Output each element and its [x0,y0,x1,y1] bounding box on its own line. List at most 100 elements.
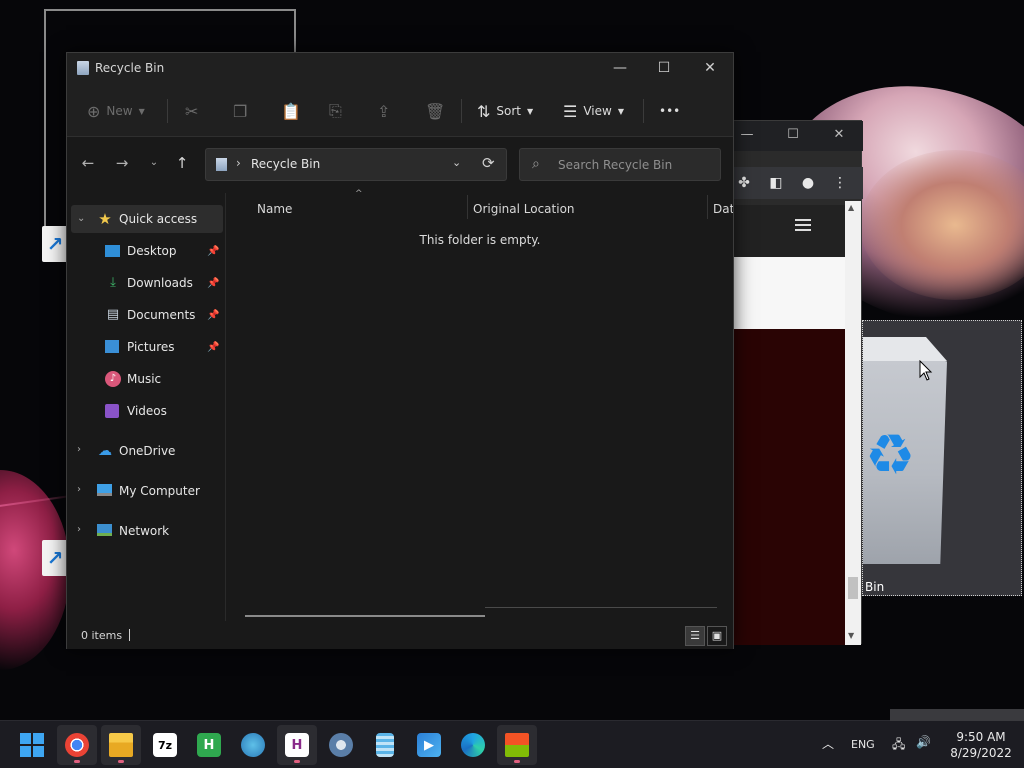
taskbar-store[interactable] [497,725,537,765]
desktop-recycle-bin[interactable]: ♻ Bin [862,320,1022,596]
view-button[interactable]: ☰ View ▼ [563,97,624,125]
maximize-icon[interactable]: ☐ [783,127,803,142]
browser-window[interactable]: — ☐ ✕ ✤ ◧ ● ⋮ ▲ ▼ [732,120,863,645]
windows-start-icon [20,733,44,757]
large-icons-view-icon[interactable]: ▣ [707,626,727,646]
desktop-shortcut-icon[interactable]: ↗ [42,226,68,262]
chevron-right-icon[interactable]: › [77,444,87,455]
sort-button[interactable]: ⇅ Sort ▼ [477,97,533,125]
nav-item-desktop[interactable]: Desktop 📌 [71,237,223,265]
nav-item-downloads[interactable]: ⤓ Downloads 📌 [71,269,223,297]
copy-button[interactable]: ❐ [233,97,253,125]
language-indicator[interactable]: ENG [851,738,875,751]
taskbar-media[interactable]: ▶ [409,725,449,765]
taskbar-settings[interactable] [321,725,361,765]
nav-item-pictures[interactable]: Pictures 📌 [71,333,223,361]
side-panel-icon[interactable]: ◧ [767,175,785,191]
taskbar-notepad[interactable] [365,725,405,765]
nav-item-music[interactable]: ♪ Music [71,365,223,393]
nav-item-network[interactable]: › Network [71,517,223,545]
share-button[interactable]: ⇪ [377,97,396,125]
pin-icon[interactable]: 📌 [207,246,219,257]
extensions-icon[interactable]: ✤ [735,175,753,191]
volume-icon[interactable]: 🔊 [916,735,931,749]
file-explorer-window[interactable]: Recycle Bin — ☐ ✕ ⊕ New ▼ ✂ ❐ 📋 ⎘ ⇪ 🗑 ⇅ … [66,52,734,649]
address-bar[interactable]: › Recycle Bin ⌄ ⟳ [205,148,507,181]
rename-button[interactable]: ⎘ [329,97,348,125]
scrollbar-thumb[interactable] [848,577,858,599]
chevron-down-icon: ▼ [138,106,145,116]
profile-icon[interactable]: ● [799,175,817,191]
taskbar-h-app-2[interactable]: H [277,725,317,765]
close-icon[interactable]: ✕ [829,127,849,142]
hamburger-menu-icon[interactable] [795,219,811,234]
show-hidden-icons-chevron-icon[interactable]: ︿ [822,735,834,752]
paste-button[interactable]: 📋 [281,97,307,125]
nav-item-videos[interactable]: Videos [71,397,223,425]
system-clock[interactable]: 9:50 AM 8/29/2022 [944,729,1018,761]
column-header-date[interactable]: Date [713,197,733,221]
horizontal-scrollbar-thumb[interactable] [245,615,485,617]
scroll-down-icon[interactable]: ▼ [848,631,854,640]
refresh-icon[interactable]: ⟳ [482,154,495,172]
minimize-icon[interactable]: — [737,127,757,142]
scroll-up-icon[interactable]: ▲ [848,203,854,212]
new-button[interactable]: ⊕ New ▼ [87,97,145,125]
browser-scrollbar[interactable]: ▲ ▼ [845,201,861,645]
search-box[interactable]: ⌕ [519,148,721,181]
back-arrow-icon[interactable]: ← [77,154,99,172]
nav-label: Videos [127,404,167,418]
nav-label-network: Network [119,524,170,538]
cut-button[interactable]: ✂ [185,97,204,125]
title-bar[interactable]: Recycle Bin — ☐ ✕ [67,53,733,85]
pane-divider[interactable] [225,193,226,621]
chevron-down-icon[interactable]: ⌄ [77,213,87,224]
nav-item-onedrive[interactable]: › ☁ OneDrive [71,437,223,465]
taskbar-globe-app[interactable] [233,725,273,765]
kebab-menu-icon[interactable]: ⋮ [831,175,849,191]
file-list[interactable]: Name ^ Original Location Date This folde… [227,189,733,621]
desktop-shortcut-icon[interactable]: ↗ [42,540,68,576]
column-header-name[interactable]: Name [257,197,292,221]
breadcrumb[interactable]: Recycle Bin [251,157,320,171]
taskbar-h-app[interactable]: H [189,725,229,765]
nav-item-documents[interactable]: ▤ Documents 📌 [71,301,223,329]
column-header-original-location[interactable]: Original Location [473,197,575,221]
pin-icon[interactable]: 📌 [207,342,219,353]
nav-item-my-computer[interactable]: › My Computer [71,477,223,505]
cloud-icon: ☁ [98,443,112,459]
maximize-button[interactable]: ☐ [641,53,687,85]
chevron-right-icon[interactable]: › [77,484,87,495]
notepad-icon [376,733,394,757]
taskbar-7zip[interactable]: 7z [145,725,185,765]
pin-icon[interactable]: 📌 [207,310,219,321]
details-view-icon[interactable]: ☰ [685,626,705,646]
forward-arrow-icon[interactable]: → [111,154,133,172]
taskbar-chrome[interactable] [57,725,97,765]
star-icon: ★ [98,210,112,228]
horizontal-scrollbar-track[interactable] [485,607,717,608]
column-divider[interactable] [467,195,468,219]
search-input[interactable] [558,156,716,174]
web-hero [733,329,845,645]
recent-locations-chevron-icon[interactable]: ⌄ [143,157,165,168]
start-button[interactable] [12,725,52,765]
minimize-button[interactable]: — [597,53,643,85]
more-options-button[interactable]: ••• [659,97,680,125]
status-bar: 0 items ☰ ▣ [67,621,733,649]
nav-item-quick-access[interactable]: ⌄ ★ Quick access [71,205,223,233]
breadcrumb-chevron-icon[interactable]: › [236,156,241,170]
chevron-down-icon[interactable]: ⌄ [452,156,461,169]
chevron-right-icon[interactable]: › [77,524,87,535]
browser-titlebar[interactable]: — ☐ ✕ [733,121,863,151]
column-divider[interactable] [707,195,708,219]
network-status-icon[interactable]: 🖧 [892,735,905,756]
taskbar-file-explorer[interactable] [101,725,141,765]
navigation-pane: ⌄ ★ Quick access Desktop 📌 ⤓ Downloads 📌… [67,201,225,621]
close-button[interactable]: ✕ [687,53,733,85]
delete-button[interactable]: 🗑 [425,97,451,125]
running-indicator [294,760,300,763]
up-arrow-icon[interactable]: ↑ [171,154,193,172]
pin-icon[interactable]: 📌 [207,278,219,289]
taskbar-edge[interactable] [453,725,493,765]
